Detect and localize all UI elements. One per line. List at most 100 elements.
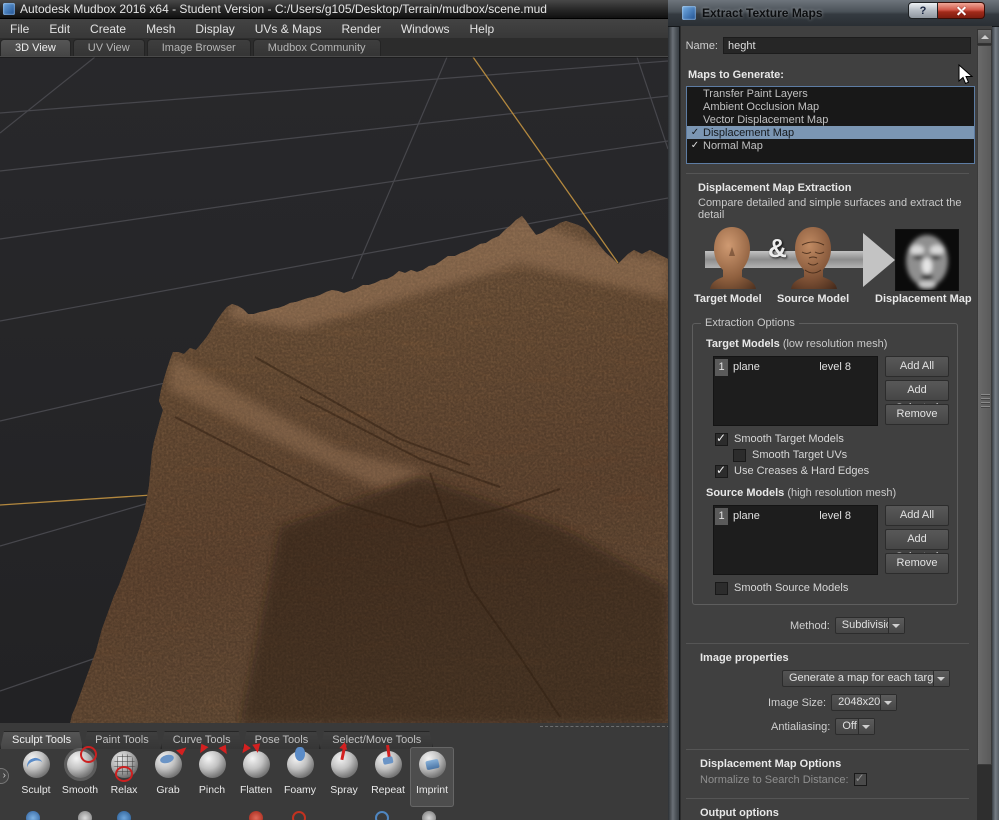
map-list-item[interactable]: Normal Map <box>687 139 974 152</box>
source-models-list[interactable]: 1 plane level 8 <box>713 505 878 575</box>
map-label: Displacement Map <box>703 127 794 139</box>
partial-tool-icon[interactable] <box>117 811 131 820</box>
divider <box>686 643 969 644</box>
source-models-title: Source Models (high resolution mesh) <box>706 487 949 499</box>
help-button[interactable]: ? <box>908 2 938 19</box>
antialiasing-label: Antialiasing: <box>771 721 830 733</box>
model-row[interactable]: 1 plane level 8 <box>714 357 877 376</box>
checkbox-row[interactable]: Use Creases & Hard Edges <box>715 463 949 479</box>
viewport-3d[interactable] <box>0 56 668 724</box>
checkbox-row[interactable]: Smooth Target Models <box>715 431 949 447</box>
partial-tool-icon[interactable] <box>26 811 40 820</box>
menu-item[interactable]: Windows <box>391 20 460 38</box>
dialog-border <box>992 0 999 820</box>
checkbox[interactable] <box>715 433 728 446</box>
check-icon <box>687 127 703 138</box>
name-input[interactable] <box>723 37 971 54</box>
add-selected-button[interactable]: Add Selected <box>885 529 949 550</box>
tool-button[interactable]: Spray <box>322 747 366 807</box>
chevron-down-icon <box>858 719 874 734</box>
menu-item[interactable]: UVs & Maps <box>245 20 332 38</box>
tool-button[interactable]: Smooth <box>58 747 102 807</box>
tool-button[interactable]: Pinch <box>190 747 234 807</box>
tool-label: Pinch <box>199 784 225 796</box>
extract-texture-maps-dialog: Extract Texture Maps ? Name: Maps to Gen… <box>668 0 999 820</box>
map-list-item[interactable]: Ambient Occlusion Map <box>687 100 974 113</box>
add-all-button[interactable]: Add All <box>885 505 949 526</box>
partial-tool-icon[interactable] <box>422 811 436 820</box>
tool-button[interactable]: Imprint <box>410 747 454 807</box>
normalize-checkbox[interactable] <box>854 773 867 786</box>
maps-to-generate-list: Transfer Paint Layers Ambient Occlusion … <box>686 86 975 164</box>
arrow-right-icon <box>863 233 895 287</box>
extraction-diagram: & <box>680 225 977 309</box>
partial-tool-icon[interactable] <box>249 811 263 820</box>
view-tab[interactable]: UV View <box>73 39 145 56</box>
method-dropdown[interactable]: Subdivision <box>835 617 905 634</box>
target-models-list[interactable]: 1 plane level 8 <box>713 356 878 426</box>
antialiasing-dropdown[interactable]: Off <box>835 718 875 735</box>
scrollbar-thumb[interactable] <box>977 45 992 765</box>
row-index: 1 <box>715 508 728 525</box>
remove-button[interactable]: Remove <box>885 553 949 574</box>
menu-item[interactable]: Help <box>460 20 505 38</box>
checkbox-row[interactable]: Smooth Target UVs <box>733 447 949 463</box>
partial-tool-icon[interactable] <box>292 811 306 820</box>
checkbox[interactable] <box>715 582 728 595</box>
tool-sphere-icon <box>111 751 138 778</box>
tool-label: Sculpt <box>21 784 50 796</box>
name-label: Name: <box>682 40 718 52</box>
close-button[interactable] <box>938 2 985 19</box>
map-list-item[interactable]: Displacement Map <box>687 126 974 139</box>
map-list-item[interactable]: Vector Displacement Map <box>687 113 974 126</box>
scrollbar-grip <box>981 394 990 408</box>
add-all-button[interactable]: Add All <box>885 356 949 377</box>
view-tab[interactable]: 3D View <box>0 39 71 56</box>
map-label: Vector Displacement Map <box>703 114 828 126</box>
add-selected-button[interactable]: Add Selected <box>885 380 949 401</box>
menu-item[interactable]: Render <box>331 20 390 38</box>
menu-item[interactable]: Edit <box>39 20 80 38</box>
view-tab-bar: 3D View UV View Image Browser Mudbox Com… <box>0 38 680 56</box>
tool-button[interactable]: Flatten <box>234 747 278 807</box>
dialog-mudbox-icon <box>682 6 696 20</box>
target-checkboxes: Smooth Target Models Smooth Target UVs U… <box>715 431 949 479</box>
tool-button[interactable]: Repeat <box>366 747 410 807</box>
map-list-item[interactable]: Transfer Paint Layers <box>687 87 974 100</box>
tool-button[interactable]: Relax <box>102 747 146 807</box>
view-tab[interactable]: Image Browser <box>147 39 251 56</box>
dialog-scrollbar[interactable] <box>977 29 992 820</box>
image-size-dropdown[interactable]: 2048x2048 <box>831 694 897 711</box>
menu-item[interactable]: Display <box>185 20 244 38</box>
checkbox[interactable] <box>715 465 728 478</box>
chevron-down-icon <box>933 671 949 686</box>
tool-button[interactable]: Grab <box>146 747 190 807</box>
group-legend: Extraction Options <box>701 317 799 329</box>
dialog-titlebar[interactable]: Extract Texture Maps ? <box>668 0 999 27</box>
model-row[interactable]: 1 plane level 8 <box>714 506 877 525</box>
partial-tool-icon[interactable] <box>78 811 92 820</box>
divider <box>686 798 969 799</box>
source-model-label: Source Model <box>777 293 849 305</box>
map-mode-dropdown[interactable]: Generate a map for each target <box>782 670 950 687</box>
menu-item[interactable]: Create <box>80 20 136 38</box>
dialog-title: Extract Texture Maps <box>702 6 823 20</box>
checkbox-row[interactable]: Smooth Source Models <box>715 580 949 596</box>
row-index: 1 <box>715 359 728 376</box>
menu-item[interactable]: File <box>0 20 39 38</box>
scroll-up-icon[interactable] <box>977 29 992 44</box>
menu-item[interactable]: Mesh <box>136 20 185 38</box>
source-model-image <box>786 225 840 291</box>
remove-button[interactable]: Remove <box>885 404 949 425</box>
model-name: plane <box>733 510 819 522</box>
tray-expander-icon[interactable]: › <box>0 768 9 784</box>
checkbox[interactable] <box>733 449 746 462</box>
tool-sphere-icon <box>199 751 226 778</box>
tool-label: Imprint <box>416 784 448 796</box>
tool-button[interactable]: Foamy <box>278 747 322 807</box>
tool-button[interactable]: Sculpt <box>14 747 58 807</box>
tool-sphere-icon <box>243 751 270 778</box>
tool-sphere-icon <box>287 751 314 778</box>
view-tab[interactable]: Mudbox Community <box>253 39 381 56</box>
partial-tool-icon[interactable] <box>375 811 389 820</box>
